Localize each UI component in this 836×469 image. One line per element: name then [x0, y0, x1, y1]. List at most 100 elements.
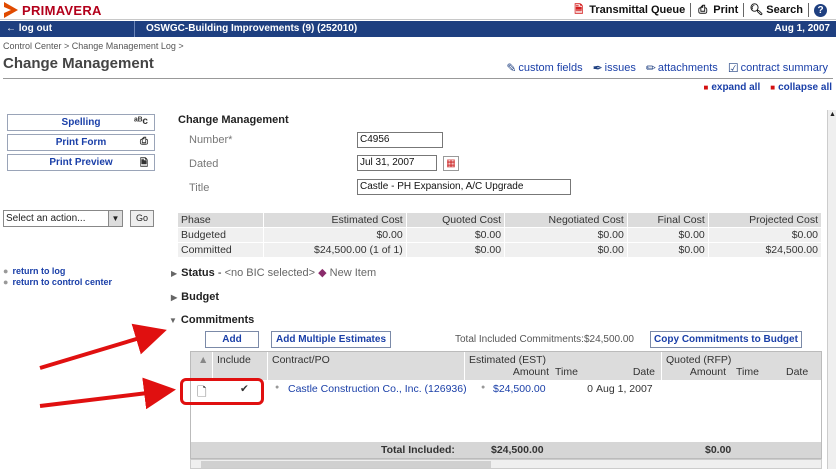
- logout-label: log out: [18, 23, 53, 34]
- section-title: Change Management: [178, 114, 289, 126]
- attachments-link[interactable]: ✏ attachments: [646, 61, 718, 75]
- return-to-control-center-label: return to control center: [12, 277, 112, 287]
- print-icon: ⎙: [698, 3, 708, 16]
- contract-header[interactable]: Contract/PO: [272, 354, 330, 366]
- diamond-icon: ◆: [318, 267, 327, 279]
- issues-icon: ✒: [592, 61, 603, 75]
- table-cell: $24,500.00 (1 of 1): [263, 242, 407, 257]
- custom-fields-link[interactable]: ✎ custom fields: [506, 61, 582, 75]
- return-to-log-link[interactable]: ● return to log: [3, 266, 112, 277]
- custom-fields-label: custom fields: [518, 62, 583, 74]
- include-header[interactable]: Include: [217, 354, 251, 366]
- table-cell: Budgeted: [178, 227, 264, 243]
- chevron-right-icon: ▶: [171, 293, 178, 302]
- vertical-scrollbar[interactable]: ▲: [827, 110, 836, 469]
- add-button[interactable]: Add: [205, 331, 259, 348]
- app-window: PRIMAVERA 🗎 Transmittal Queue ⎙ Print 🔍︎…: [0, 0, 836, 469]
- preview-icon: 🗎: [139, 158, 148, 169]
- bullet-icon: ●: [275, 384, 280, 391]
- est-time-value: 0: [587, 383, 593, 395]
- table-cell: $24,500.00: [708, 242, 823, 257]
- action-select[interactable]: Select an action... ▼: [3, 210, 123, 227]
- table-cell: $0.00: [708, 227, 823, 243]
- sort-icon[interactable]: ▲: [198, 354, 208, 366]
- calendar-icon[interactable]: ▦: [443, 156, 459, 171]
- back-arrow-icon: ←: [6, 23, 16, 34]
- bar-divider: [134, 21, 135, 37]
- custom-fields-icon: ✎: [506, 61, 517, 75]
- add-multiple-estimates-button[interactable]: Add Multiple Estimates: [271, 331, 391, 348]
- est-time-header[interactable]: Time: [555, 366, 578, 378]
- column-divider: [212, 352, 213, 380]
- print-link[interactable]: ⎙ Print: [691, 4, 743, 17]
- horizontal-scrollbar[interactable]: [190, 459, 822, 469]
- current-date: Aug 1, 2007: [774, 23, 830, 34]
- print-preview-button[interactable]: Print Preview 🗎: [7, 154, 155, 171]
- page-title: Change Management: [3, 55, 154, 72]
- help-link[interactable]: ?: [809, 3, 832, 17]
- highlight-box: [180, 378, 264, 405]
- brand-bar: PRIMAVERA 🗎 Transmittal Queue ⎙ Print 🔍︎…: [0, 0, 836, 20]
- search-icon: 🔍︎: [749, 3, 764, 16]
- go-button[interactable]: Go: [130, 210, 154, 227]
- issues-label: issues: [604, 62, 636, 74]
- return-to-log-label: return to log: [12, 266, 66, 276]
- issues-link[interactable]: ✒ issues: [593, 61, 636, 75]
- expand-all-link[interactable]: ■ expand all: [703, 82, 760, 93]
- collapse-icon: ■: [770, 83, 776, 92]
- copy-commitments-button[interactable]: Copy Commitments to Budget: [650, 331, 802, 348]
- breadcrumb[interactable]: Control Center > Change Management Log >: [3, 41, 184, 51]
- arrow-to-commitments: [39, 323, 167, 370]
- quoted-total-value: $0.00: [705, 444, 732, 456]
- transmittal-queue-link[interactable]: 🗎 Transmittal Queue: [567, 4, 690, 17]
- scroll-up-icon[interactable]: ▲: [828, 110, 836, 119]
- commitments-grid: ▲ Include Contract/PO Estimated (EST) Am…: [190, 351, 822, 459]
- collapse-all-link[interactable]: ■ collapse all: [770, 82, 832, 93]
- est-amount-header[interactable]: Amount: [469, 366, 549, 378]
- scroll-thumb[interactable]: [201, 461, 491, 468]
- status-dash: -: [214, 267, 225, 279]
- chevron-right-icon: ▶: [171, 269, 178, 278]
- budget-section-toggle[interactable]: ▶ Budget: [171, 291, 219, 303]
- status-value: New Item: [329, 267, 377, 279]
- contract-summary-link[interactable]: ☑ contract summary: [728, 61, 828, 75]
- budget-label: Budget: [181, 291, 220, 303]
- quoted-date-header[interactable]: Date: [786, 366, 808, 378]
- table-cell: $0.00: [406, 242, 506, 257]
- print-form-button[interactable]: Print Form ⎙: [7, 134, 155, 151]
- brand-name: PRIMAVERA: [22, 2, 102, 18]
- column-divider: [661, 352, 662, 380]
- table-cell: $0.00: [627, 227, 709, 243]
- bullet-icon: ●: [481, 384, 486, 391]
- status-section-toggle[interactable]: ▶ Status - <no BIC selected> ◆ New Item: [171, 266, 376, 279]
- table-row: Committed $24,500.00 (1 of 1) $0.00 $0.0…: [178, 242, 823, 257]
- top-links: 🗎 Transmittal Queue ⎙ Print 🔍︎ Search ?: [567, 2, 832, 18]
- commitments-section-toggle[interactable]: ▼ Commitments: [169, 314, 254, 326]
- printer-icon: ⎙: [140, 136, 148, 147]
- dated-field[interactable]: Jul 31, 2007: [357, 155, 437, 171]
- quoted-time-header[interactable]: Time: [736, 366, 759, 378]
- est-date-header[interactable]: Date: [591, 366, 655, 378]
- contract-link[interactable]: Castle Construction Co., Inc. (126936): [288, 383, 467, 395]
- logout-link[interactable]: ← log out: [6, 23, 52, 34]
- spelling-button[interactable]: Spelling ᵃᴮᴄ: [7, 114, 155, 131]
- est-amount-link[interactable]: $24,500.00: [493, 383, 546, 395]
- cost-summary-table: Phase Estimated Cost Quoted Cost Negotia…: [178, 213, 823, 257]
- print-label: Print: [713, 4, 739, 16]
- action-select-value: Select an action...: [6, 213, 86, 224]
- print-preview-label: Print Preview: [49, 157, 113, 168]
- search-link[interactable]: 🔍︎ Search: [744, 4, 808, 17]
- header-divider: [3, 78, 833, 79]
- number-field[interactable]: C4956: [357, 132, 443, 148]
- dated-label: Dated: [189, 158, 219, 170]
- total-included-label: Total Included:: [381, 444, 455, 456]
- title-field[interactable]: Castle - PH Expansion, A/C Upgrade: [357, 179, 571, 195]
- table-cell: $0.00: [627, 242, 709, 257]
- table-cell: $0.00: [263, 227, 407, 243]
- return-to-control-center-link[interactable]: ● return to control center: [3, 277, 112, 288]
- quoted-amount-header[interactable]: Amount: [666, 366, 726, 378]
- return-links: ● return to log ● return to control center: [3, 266, 112, 288]
- arrow-to-document-icon: [39, 377, 176, 410]
- cost-header-row: Phase Estimated Cost Quoted Cost Negotia…: [178, 213, 823, 228]
- bullet-icon: ●: [3, 266, 9, 276]
